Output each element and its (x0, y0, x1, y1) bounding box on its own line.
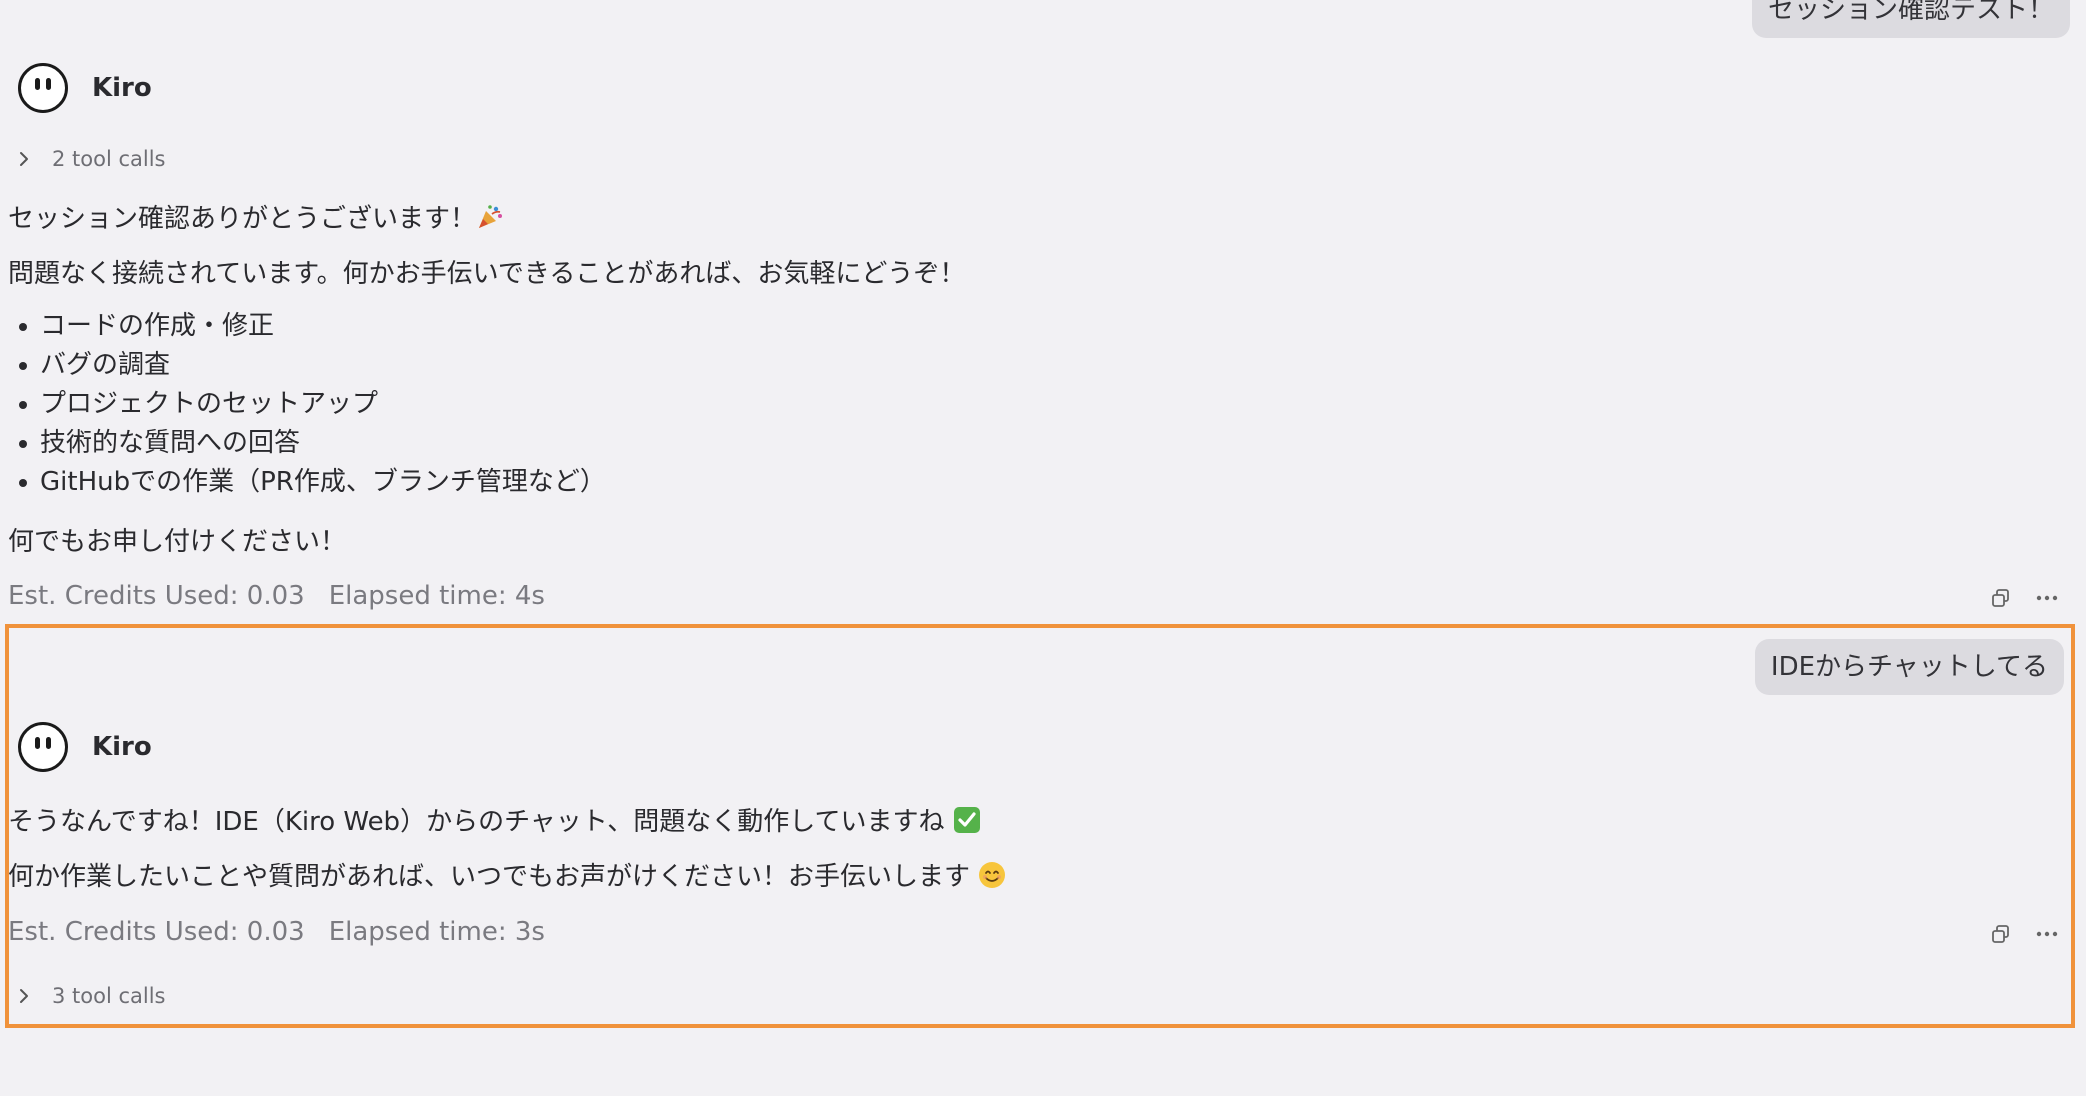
credits-used: Est. Credits Used: 0.03 (8, 581, 305, 611)
tool-calls-label: 2 tool calls (52, 147, 166, 171)
more-icon (2036, 595, 2058, 601)
sender-name: Kiro (92, 73, 152, 103)
list-item: 技術的な質問への回答 (8, 424, 606, 463)
list-item: プロジェクトのセットアップ (8, 385, 606, 424)
tool-calls-toggle[interactable]: 2 tool calls (14, 147, 166, 171)
party-popper-emoji (476, 203, 504, 238)
reply-paragraph: セッション確認ありがとうございます！ (8, 198, 504, 238)
list-item: コードの作成・修正 (8, 307, 606, 346)
more-options-button[interactable] (2031, 582, 2063, 614)
copy-button[interactable] (1985, 582, 2017, 614)
kiro-avatar (18, 722, 68, 772)
list-item: バグの調査 (8, 346, 606, 385)
smiling-face-emoji (978, 861, 1006, 896)
tool-calls-label: 3 tool calls (52, 984, 166, 1008)
chevron-right-icon (20, 989, 28, 1003)
more-options-button[interactable] (2031, 918, 2063, 950)
user-message-text: セッション確認テスト！ (1767, 0, 2054, 25)
copy-icon (1992, 589, 2009, 607)
check-mark-emoji (953, 806, 981, 841)
capability-list: コードの作成・修正 バグの調査 プロジェクトのセットアップ 技術的な質問への回答… (8, 307, 606, 502)
user-message-bubble: IDEからチャットしてる (1754, 639, 2064, 695)
user-message-bubble: セッション確認テスト！ (1751, 0, 2070, 38)
copy-icon (1992, 925, 2009, 943)
chevron-right-icon (20, 152, 28, 166)
reply-metadata: Est. Credits Used: 0.03 Elapsed time: 4s (8, 581, 545, 611)
credits-used: Est. Credits Used: 0.03 (8, 917, 305, 947)
reply-paragraph: 問題なく接続されています。何かお手伝いできることがあれば、お気軽にどうぞ！ (8, 259, 966, 289)
reply-metadata: Est. Credits Used: 0.03 Elapsed time: 3s (8, 917, 545, 947)
sender-name: Kiro (92, 732, 152, 762)
tool-calls-toggle[interactable]: 3 tool calls (14, 984, 166, 1008)
elapsed-time: Elapsed time: 4s (328, 581, 545, 611)
elapsed-time: Elapsed time: 3s (328, 917, 545, 947)
kiro-avatar (18, 63, 68, 113)
more-icon (2036, 931, 2058, 937)
list-item: GitHubでの作業（PR作成、ブランチ管理など） (8, 463, 606, 502)
copy-button[interactable] (1985, 918, 2017, 950)
reply-paragraph: 何でもお申し付けください！ (8, 527, 347, 557)
user-message-text: IDEからチャットしてる (1770, 652, 2048, 682)
reply-paragraph: 何か作業したいことや質問があれば、いつでもお声がけください！お手伝いします (8, 856, 1006, 896)
reply-paragraph: そうなんですね！IDE（Kiro Web）からのチャット、問題なく動作しています… (8, 801, 981, 841)
